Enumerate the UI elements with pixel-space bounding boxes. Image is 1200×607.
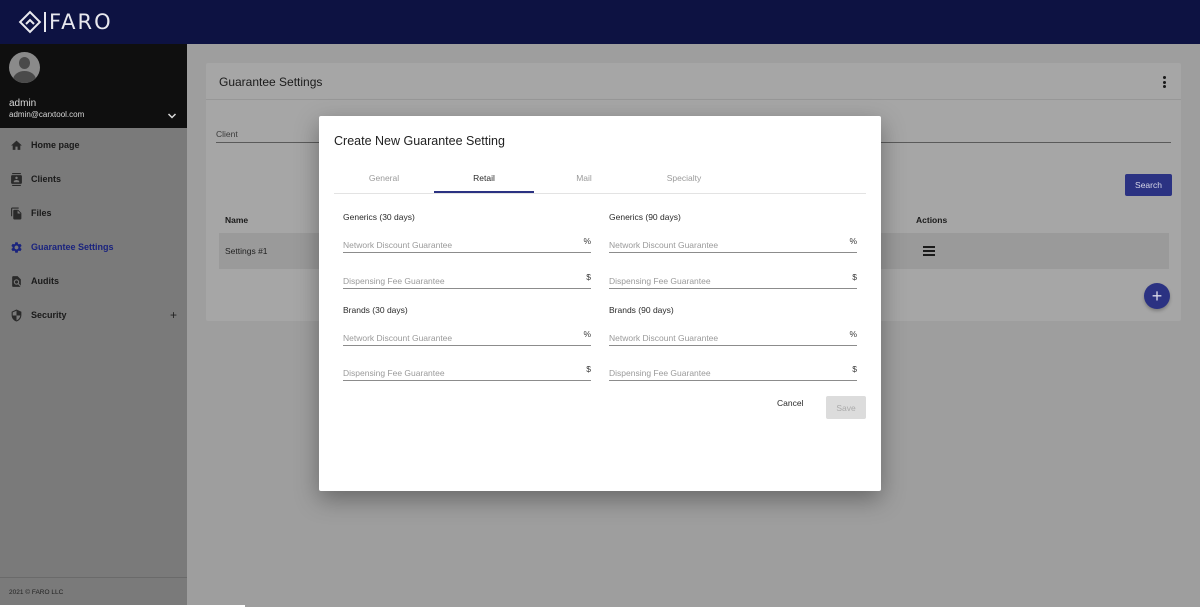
- brands-90-network-discount-field[interactable]: %: [609, 328, 857, 346]
- dialog-title: Create New Guarantee Setting: [334, 134, 505, 148]
- brands-90-dispensing-fee-field[interactable]: $: [609, 363, 857, 381]
- column-header-name: Name: [225, 215, 249, 225]
- sidebar-item-security[interactable]: Security +: [0, 298, 187, 332]
- files-icon: [9, 206, 23, 220]
- sidebar-item-clients[interactable]: Clients: [0, 162, 187, 196]
- expand-plus-icon[interactable]: +: [170, 308, 177, 322]
- shield-icon: [9, 308, 23, 322]
- sidebar-item-label: Audits: [31, 276, 59, 286]
- profile-email: admin@carxtool.com: [9, 110, 85, 119]
- dollar-suffix: $: [852, 364, 857, 374]
- sidebar-item-label: Home page: [31, 140, 80, 150]
- tab-mail[interactable]: Mail: [534, 166, 634, 193]
- menu-icon[interactable]: [923, 246, 935, 256]
- brands-30-dispensing-fee-input[interactable]: [343, 366, 573, 380]
- gear-icon: [9, 240, 23, 254]
- contacts-icon: [9, 172, 23, 186]
- page-title: Guarantee Settings: [219, 75, 323, 89]
- generics-30-dispensing-fee-field[interactable]: $: [343, 271, 591, 289]
- brands-90-label: Brands (90 days): [609, 305, 674, 315]
- generics-90-dispensing-fee-field[interactable]: $: [609, 271, 857, 289]
- faro-logo[interactable]: FARO: [18, 10, 113, 34]
- brands-90-dispensing-fee-input[interactable]: [609, 366, 839, 380]
- sidebar-nav: Home page Clients Files Guarantee Settin…: [0, 128, 187, 332]
- dollar-suffix: $: [852, 272, 857, 282]
- sidebar: admin admin@carxtool.com Home page Clien…: [0, 44, 187, 607]
- sidebar-item-label: Security: [31, 310, 67, 320]
- dialog-tabs: General Retail Mail Specialty: [334, 166, 866, 194]
- percent-suffix: %: [849, 329, 857, 339]
- save-button[interactable]: Save: [826, 396, 866, 419]
- percent-suffix: %: [849, 236, 857, 246]
- generics-30-label: Generics (30 days): [343, 212, 415, 222]
- generics-90-network-discount-field[interactable]: %: [609, 235, 857, 253]
- generics-90-label: Generics (90 days): [609, 212, 681, 222]
- generics-30-network-discount-input[interactable]: [343, 238, 573, 252]
- brands-30-network-discount-input[interactable]: [343, 331, 573, 345]
- dollar-suffix: $: [586, 364, 591, 374]
- profile-name: admin: [9, 98, 37, 109]
- client-filter-label: Client: [216, 129, 238, 139]
- brand-name: FARO: [44, 12, 113, 33]
- generics-90-dispensing-fee-input[interactable]: [609, 274, 839, 288]
- cancel-button[interactable]: Cancel: [777, 398, 803, 408]
- divider: [206, 99, 1181, 100]
- brands-30-label: Brands (30 days): [343, 305, 408, 315]
- sidebar-item-audits[interactable]: Audits: [0, 264, 187, 298]
- sidebar-item-files[interactable]: Files: [0, 196, 187, 230]
- generics-90-network-discount-input[interactable]: [609, 238, 839, 252]
- percent-suffix: %: [583, 329, 591, 339]
- search-button[interactable]: Search: [1125, 174, 1172, 196]
- column-header-actions: Actions: [916, 215, 948, 225]
- add-button[interactable]: +: [1144, 283, 1170, 309]
- home-icon: [9, 138, 23, 152]
- chevron-down-icon[interactable]: [167, 111, 177, 121]
- tab-specialty[interactable]: Specialty: [634, 166, 734, 193]
- avatar[interactable]: [9, 52, 40, 83]
- brands-90-network-discount-input[interactable]: [609, 331, 839, 345]
- sidebar-item-label: Clients: [31, 174, 62, 184]
- tab-retail[interactable]: Retail: [434, 166, 534, 193]
- create-guarantee-setting-dialog: Create New Guarantee Setting General Ret…: [319, 116, 881, 491]
- tab-general[interactable]: General: [334, 166, 434, 193]
- user-profile: admin admin@carxtool.com: [0, 44, 187, 128]
- faro-logo-icon: [18, 10, 42, 34]
- percent-suffix: %: [583, 236, 591, 246]
- sidebar-footer: 2021 © FARO LLC: [0, 577, 187, 607]
- generics-30-network-discount-field[interactable]: %: [343, 235, 591, 253]
- dollar-suffix: $: [586, 272, 591, 282]
- brands-30-network-discount-field[interactable]: %: [343, 328, 591, 346]
- row-name-cell: Settings #1: [225, 246, 268, 256]
- generics-30-dispensing-fee-input[interactable]: [343, 274, 573, 288]
- sidebar-item-guarantee-settings[interactable]: Guarantee Settings: [0, 230, 187, 264]
- brands-30-dispensing-fee-field[interactable]: $: [343, 363, 591, 381]
- top-app-bar: FARO: [0, 0, 1200, 44]
- audit-search-icon: [9, 274, 23, 288]
- sidebar-item-home[interactable]: Home page: [0, 128, 187, 162]
- sidebar-item-label: Guarantee Settings: [31, 242, 114, 252]
- more-vert-icon[interactable]: [1161, 76, 1167, 90]
- sidebar-item-label: Files: [31, 208, 52, 218]
